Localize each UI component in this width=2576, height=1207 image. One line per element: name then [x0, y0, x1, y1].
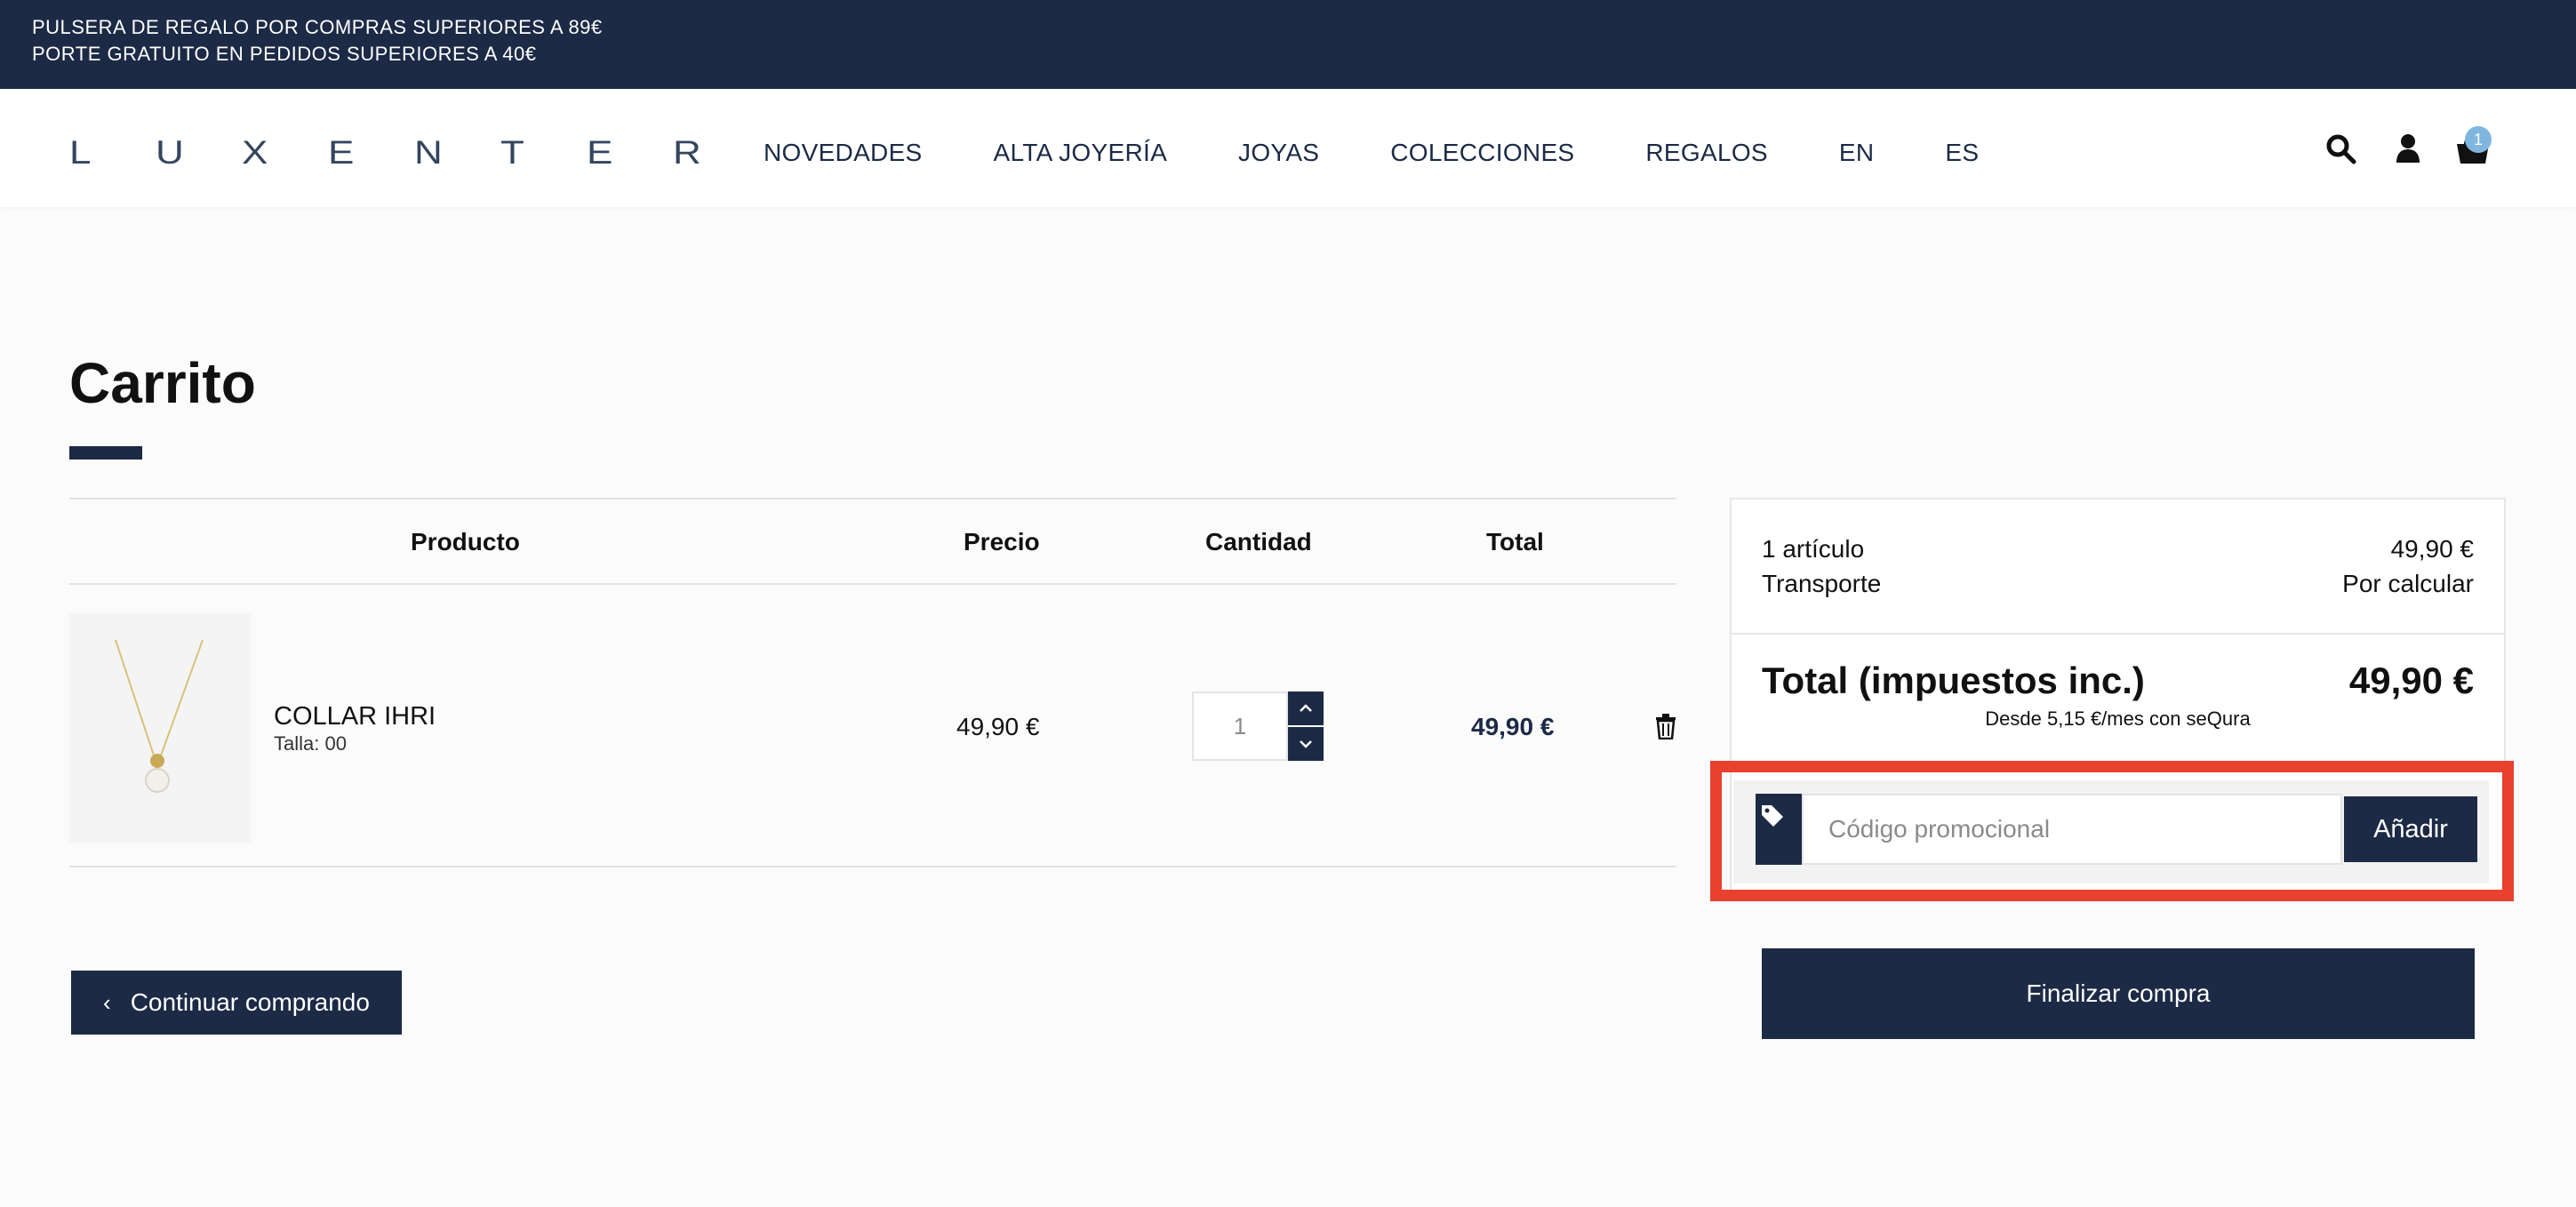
summary-shipping-label: Transporte	[1762, 570, 1882, 597]
quantity-input[interactable]: 1	[1192, 691, 1288, 761]
logo-letter: R	[673, 133, 701, 172]
search-icon[interactable]	[2325, 133, 2357, 165]
summary-items-value: 49,90 €	[2390, 535, 2474, 563]
user-icon[interactable]	[2395, 133, 2421, 164]
column-header-total: Total	[1486, 528, 1544, 556]
nav-lang-en[interactable]: EN	[1839, 139, 1875, 167]
column-header-price: Precio	[964, 528, 1040, 556]
logo-letter: E	[328, 133, 355, 172]
quantity-decrease-button[interactable]	[1288, 727, 1324, 761]
promo-line-shipping: PORTE GRATUITO EN PEDIDOS SUPERIORES A 4…	[32, 43, 537, 65]
logo-letter: L	[69, 133, 92, 172]
summary-total-value: 49,90 €	[2348, 659, 2474, 701]
promo-bar: PULSERA DE REGALO POR COMPRAS SUPERIORES…	[0, 0, 2576, 89]
add-promo-button[interactable]: Añadir	[2344, 796, 2477, 862]
continue-shopping-button[interactable]: ‹ Continuar comprando	[71, 971, 402, 1035]
product-price: 49,90 €	[956, 713, 1040, 740]
nav-colecciones[interactable]: COLECCIONES	[1390, 139, 1574, 167]
chevron-down-icon	[1300, 740, 1312, 748]
tag-icon	[1762, 805, 1783, 827]
summary-total-label: Total (impuestos inc.)	[1762, 659, 2145, 701]
logo-letter: E	[587, 133, 613, 172]
product-size: Talla: 00	[274, 732, 347, 755]
table-divider	[69, 583, 1676, 585]
chevron-left-icon: ‹	[103, 988, 111, 1016]
sequra-financing-text[interactable]: Desde 5,15 €/mes con seQura	[1732, 707, 2504, 731]
column-header-quantity: Cantidad	[1205, 528, 1312, 556]
summary-divider	[1732, 633, 2504, 635]
chevron-up-icon	[1300, 704, 1312, 712]
checkout-button[interactable]: Finalizar compra	[1762, 948, 2475, 1039]
page-title: Carrito	[69, 351, 256, 415]
trash-icon[interactable]	[1654, 713, 1677, 739]
luxenter-logo[interactable]: L U X E N T E R	[69, 136, 701, 170]
product-name[interactable]: COLLAR IHRI	[274, 702, 436, 731]
logo-letter: U	[156, 133, 184, 172]
nav-novedades[interactable]: NOVEDADES	[764, 139, 923, 167]
product-image[interactable]	[69, 613, 251, 843]
continue-shopping-label: Continuar comprando	[130, 988, 370, 1016]
summary-items-label: 1 artículo	[1762, 535, 1865, 563]
nav-lang-es[interactable]: ES	[1945, 139, 1979, 167]
quantity-increase-button[interactable]	[1288, 691, 1324, 725]
table-divider	[69, 866, 1676, 867]
necklace-image	[115, 639, 204, 793]
logo-letter: T	[500, 133, 524, 172]
site-header: L U X E N T E R NOVEDADES ALTA JOYERÍA J…	[0, 89, 2576, 207]
promo-line-gift: PULSERA DE REGALO POR COMPRAS SUPERIORES…	[32, 16, 603, 38]
cart-count-badge: 1	[2465, 126, 2492, 153]
main-nav: NOVEDADES ALTA JOYERÍA JOYAS COLECCIONES…	[764, 139, 2050, 167]
nav-joyas[interactable]: JOYAS	[1238, 139, 1319, 167]
promo-tag-box	[1756, 794, 1802, 865]
header-icons: 1	[2320, 126, 2507, 174]
product-line-total: 49,90 €	[1471, 713, 1555, 740]
nav-alta-joyeria[interactable]: ALTA JOYERÍA	[994, 139, 1168, 167]
column-header-product: Producto	[411, 528, 520, 556]
logo-letter: N	[414, 133, 443, 172]
table-divider	[69, 498, 1676, 500]
summary-shipping-value: Por calcular	[2342, 570, 2474, 597]
logo-letter: X	[242, 133, 268, 172]
nav-regalos[interactable]: REGALOS	[1645, 139, 1767, 167]
promo-code-input[interactable]	[1802, 794, 2342, 865]
title-underline	[69, 446, 142, 460]
